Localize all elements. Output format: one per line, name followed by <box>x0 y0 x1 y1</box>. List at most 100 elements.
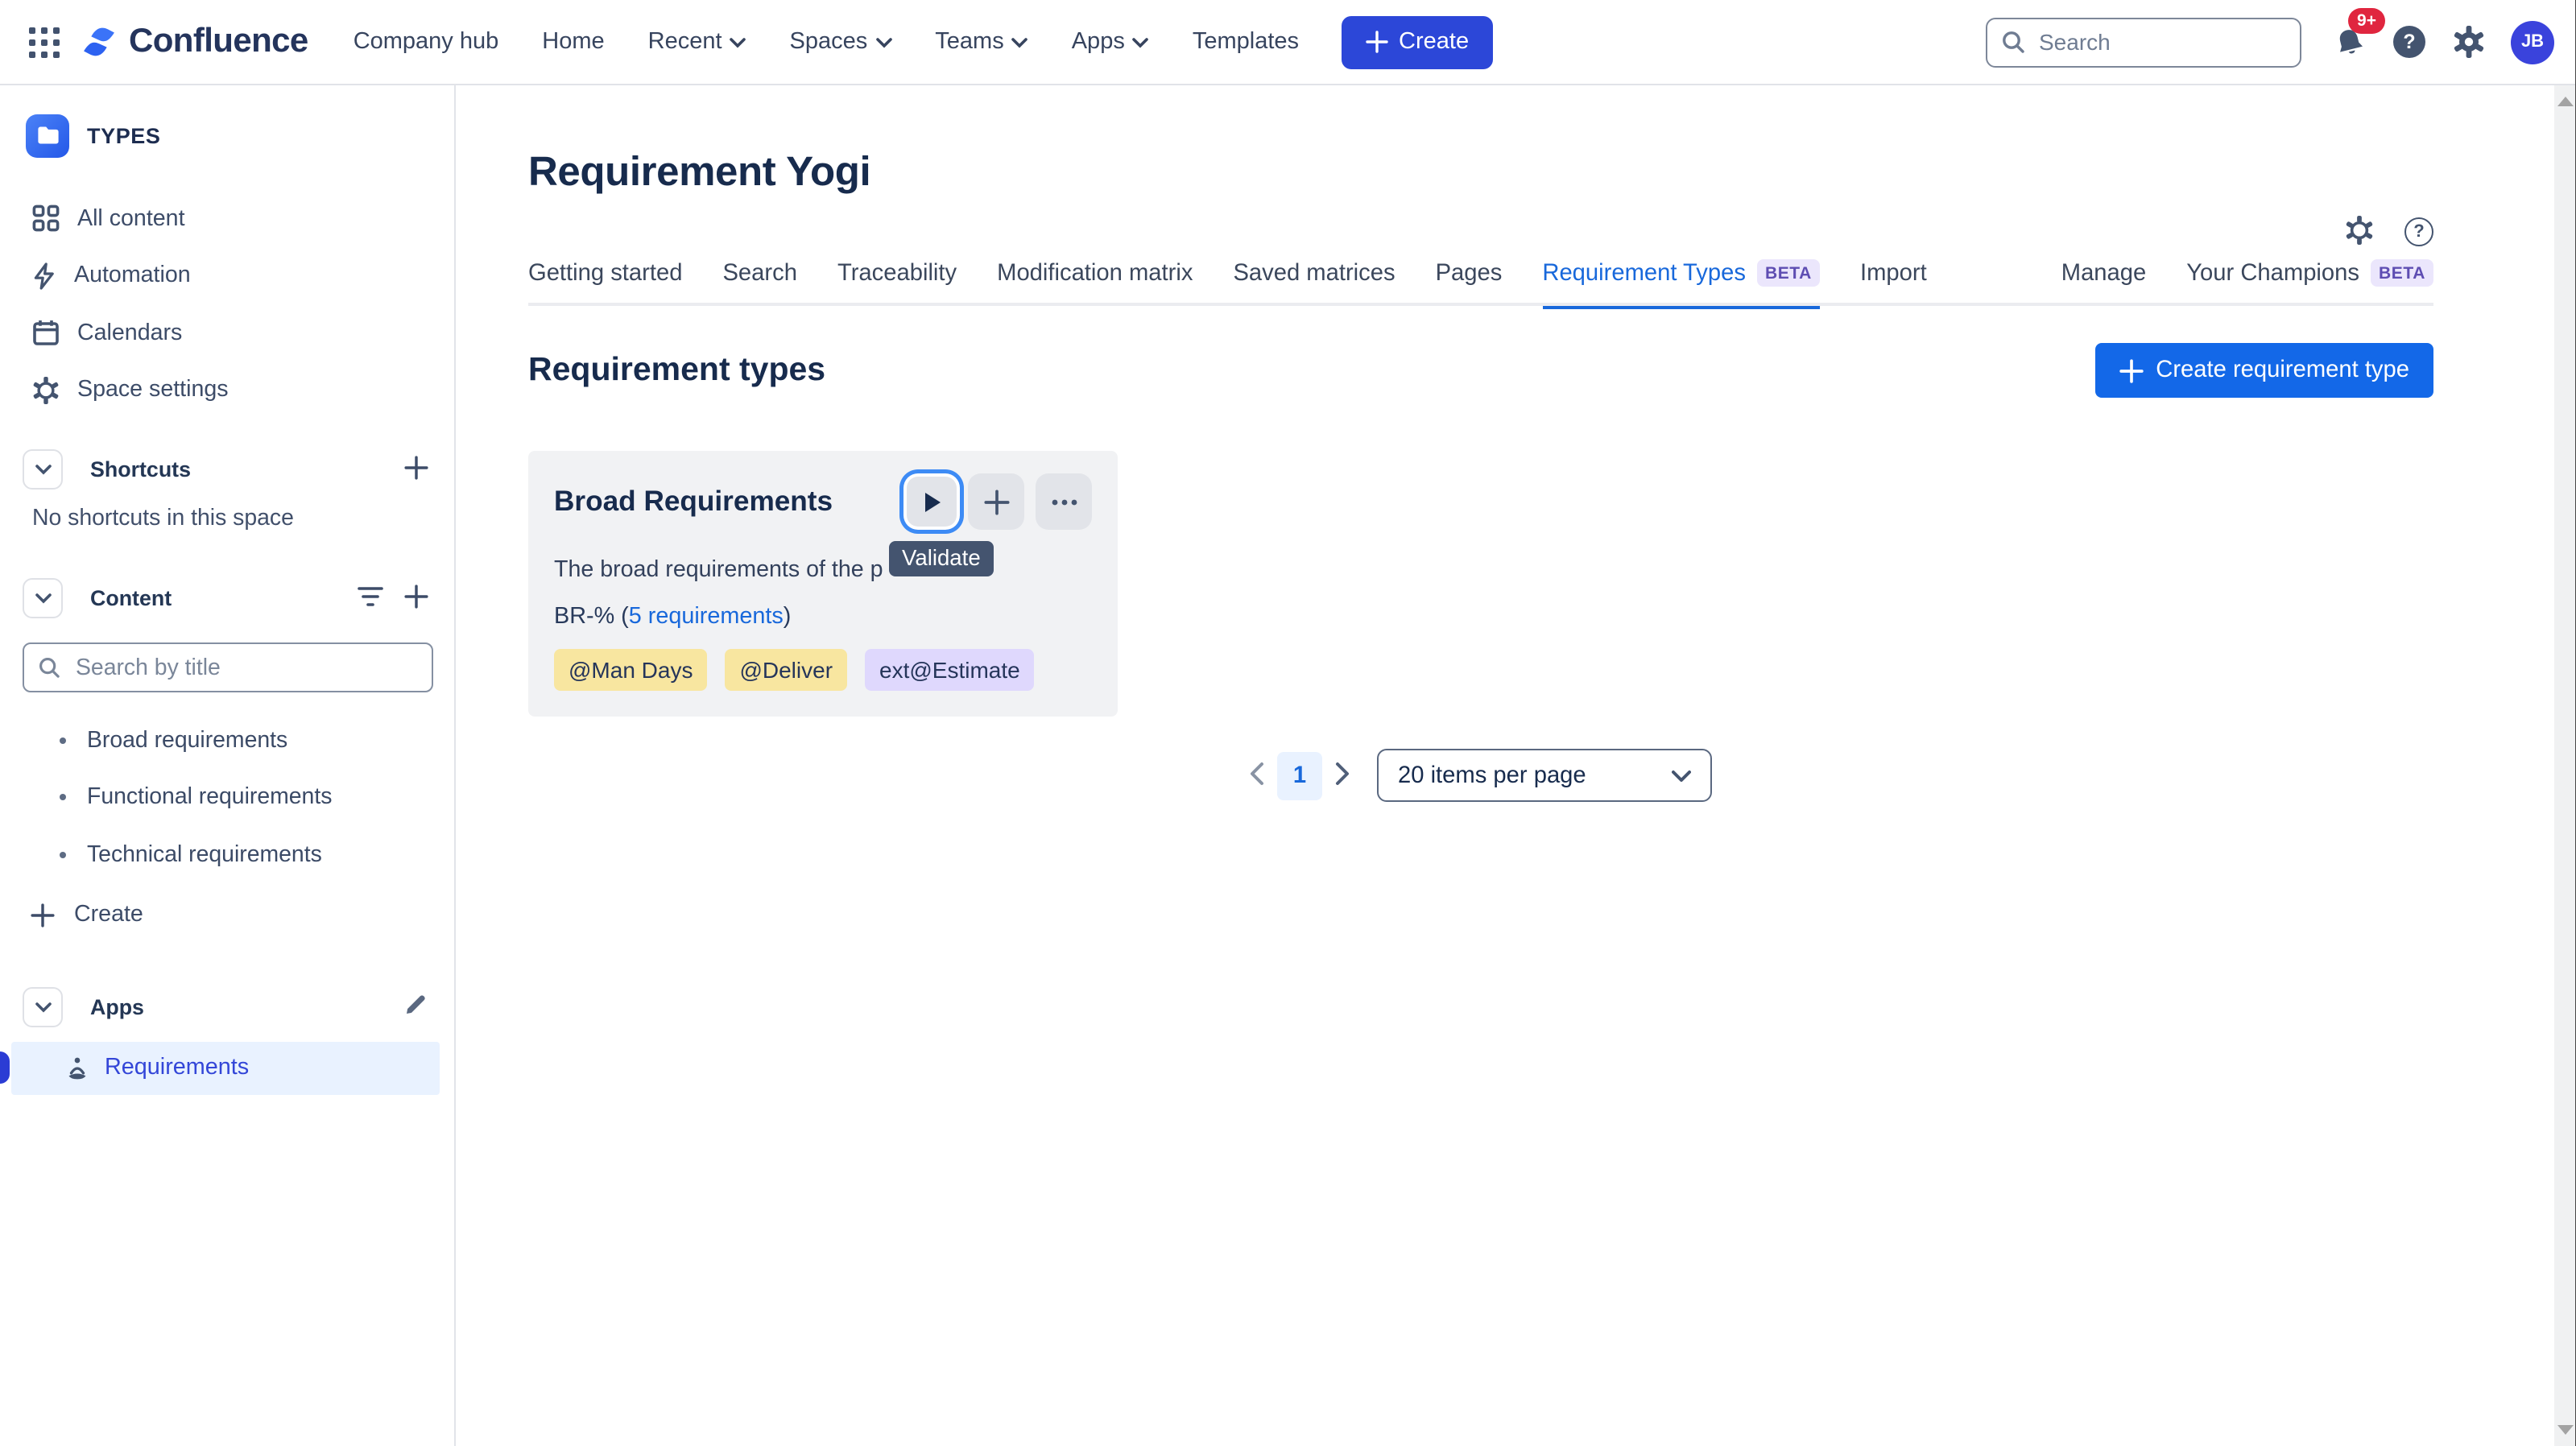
search-icon <box>39 657 60 678</box>
validate-button[interactable] <box>907 477 957 527</box>
topbar-right-cluster: 9+ ? <box>1986 17 2554 67</box>
validate-tooltip: Validate <box>889 541 994 576</box>
nav-item-recent[interactable]: Recent <box>648 29 746 55</box>
gear-icon <box>2453 26 2485 58</box>
beta-badge: BETA <box>1757 259 1820 287</box>
help-icon: ? <box>2404 217 2433 246</box>
top-navigation: Confluence Company hub Home Recent Space… <box>0 0 2576 85</box>
sidebar-item-automation[interactable]: Automation <box>0 247 454 304</box>
chevron-down-icon <box>730 36 746 48</box>
sidebar-item-space-settings[interactable]: Space settings <box>0 362 454 419</box>
plus-icon <box>31 903 55 927</box>
sidebar-create-button[interactable]: Create <box>0 886 454 943</box>
screenshot-root: Confluence Company hub Home Recent Space… <box>0 0 2576 1446</box>
avatar[interactable]: JB <box>2511 20 2554 64</box>
space-header[interactable]: TYPES <box>0 113 454 158</box>
filter-content-button[interactable] <box>358 585 383 611</box>
tab-manage[interactable]: Manage <box>2061 261 2147 303</box>
page-item-technical-requirements[interactable]: Technical requirements <box>0 826 454 883</box>
scroll-up-arrow[interactable] <box>2557 97 2573 106</box>
current-page[interactable]: 1 <box>1277 751 1322 799</box>
calendar-icon <box>32 320 60 347</box>
content-collapse-button[interactable] <box>23 578 63 618</box>
gear-icon <box>32 377 60 404</box>
chevron-down-icon <box>35 593 51 604</box>
apps-collapse-button[interactable] <box>23 986 63 1027</box>
items-per-page-select[interactable]: 20 items per page <box>1377 749 1712 802</box>
tab-saved-matrices[interactable]: Saved matrices <box>1233 261 1395 303</box>
more-options-button[interactable] <box>1036 473 1092 530</box>
apps-title: Apps <box>90 994 144 1018</box>
plus-icon <box>983 489 1009 514</box>
edit-apps-button[interactable] <box>404 992 428 1021</box>
play-icon <box>922 490 941 513</box>
beta-badge: BETA <box>2371 259 2433 287</box>
create-requirement-type-button[interactable]: Create requirement type <box>2094 343 2433 398</box>
global-create-button[interactable]: Create <box>1341 15 1493 68</box>
page-actions: ? <box>528 217 2433 246</box>
shortcuts-title: Shortcuts <box>90 457 191 481</box>
sidebar-item-requirements[interactable]: Requirements <box>11 1041 440 1094</box>
scroll-down-arrow[interactable] <box>2557 1425 2573 1435</box>
gear-icon <box>2345 215 2374 244</box>
confluence-logo-icon <box>81 24 118 60</box>
tab-modification-matrix[interactable]: Modification matrix <box>997 261 1193 303</box>
add-shortcut-button[interactable] <box>404 455 428 484</box>
chevron-down-icon <box>1012 36 1028 48</box>
tab-import[interactable]: Import <box>1860 261 1927 303</box>
sidebar-item-all-content[interactable]: All content <box>0 190 454 247</box>
vertical-scrollbar[interactable] <box>2554 85 2575 1446</box>
requirement-key-line: BR-% (5 requirements) <box>554 604 1092 630</box>
settings-button[interactable] <box>2445 18 2493 66</box>
property-tag: @Deliver <box>725 649 847 691</box>
tab-search[interactable]: Search <box>722 261 797 303</box>
ry-settings-button[interactable] <box>2345 215 2374 249</box>
property-tag: @Man Days <box>554 649 707 691</box>
chevron-left-icon <box>1250 761 1264 785</box>
tab-getting-started[interactable]: Getting started <box>528 261 682 303</box>
chevron-down-icon <box>1672 769 1691 782</box>
tab-bar: Getting started Search Traceability Modi… <box>528 259 2433 306</box>
plus-icon <box>2119 358 2143 382</box>
tab-your-champions[interactable]: Your Champions BETA <box>2186 259 2433 303</box>
global-search[interactable] <box>1986 17 2301 67</box>
all-content-icon <box>32 205 60 233</box>
pagination: 1 20 items per page <box>528 749 2433 802</box>
nav-item-company-hub[interactable]: Company hub <box>354 29 499 55</box>
sidebar-item-calendars[interactable]: Calendars <box>0 304 454 362</box>
lightning-icon <box>32 262 56 290</box>
requirement-type-card: Broad Requirements Th <box>528 451 1118 717</box>
confluence-logo[interactable]: Confluence <box>81 23 308 61</box>
add-requirement-button[interactable] <box>968 473 1024 530</box>
shortcuts-collapse-button[interactable] <box>23 449 63 490</box>
apps-section-header: Apps <box>0 985 454 1028</box>
tab-requirement-types[interactable]: Requirement Types BETA <box>1542 259 1820 306</box>
requirement-yogi-icon <box>64 1056 90 1080</box>
content-search-input[interactable] <box>72 653 411 682</box>
app-switcher-button[interactable] <box>19 18 68 66</box>
shortcuts-empty-message: No shortcuts in this space <box>0 506 454 531</box>
search-input[interactable] <box>2036 27 2261 56</box>
nav-item-templates[interactable]: Templates <box>1193 29 1299 55</box>
nav-item-apps[interactable]: Apps <box>1072 29 1149 55</box>
content-search[interactable] <box>23 642 433 692</box>
tab-traceability[interactable]: Traceability <box>837 261 957 303</box>
property-tag: ext@Estimate <box>865 649 1035 691</box>
ry-help-button[interactable]: ? <box>2404 217 2433 246</box>
content-page-list: Broad requirements Functional requiremen… <box>0 712 454 883</box>
space-sidebar: TYPES All content Automation <box>0 85 456 1446</box>
page-item-broad-requirements[interactable]: Broad requirements <box>0 712 454 769</box>
nav-item-spaces[interactable]: Spaces <box>790 29 892 55</box>
nav-item-home[interactable]: Home <box>542 29 604 55</box>
notifications-button[interactable]: 9+ <box>2326 18 2374 66</box>
content-section-header: Content <box>0 576 454 620</box>
next-page-button[interactable] <box>1335 761 1350 790</box>
property-tags: @Man Days @Deliver ext@Estimate <box>554 649 1092 691</box>
help-button[interactable]: ? <box>2385 18 2433 66</box>
requirements-count-link[interactable]: 5 requirements <box>629 604 784 630</box>
page-item-functional-requirements[interactable]: Functional requirements <box>0 769 454 826</box>
nav-item-teams[interactable]: Teams <box>935 29 1028 55</box>
add-content-button[interactable] <box>404 584 428 613</box>
tab-pages[interactable]: Pages <box>1436 261 1503 303</box>
previous-page-button[interactable] <box>1250 761 1264 790</box>
